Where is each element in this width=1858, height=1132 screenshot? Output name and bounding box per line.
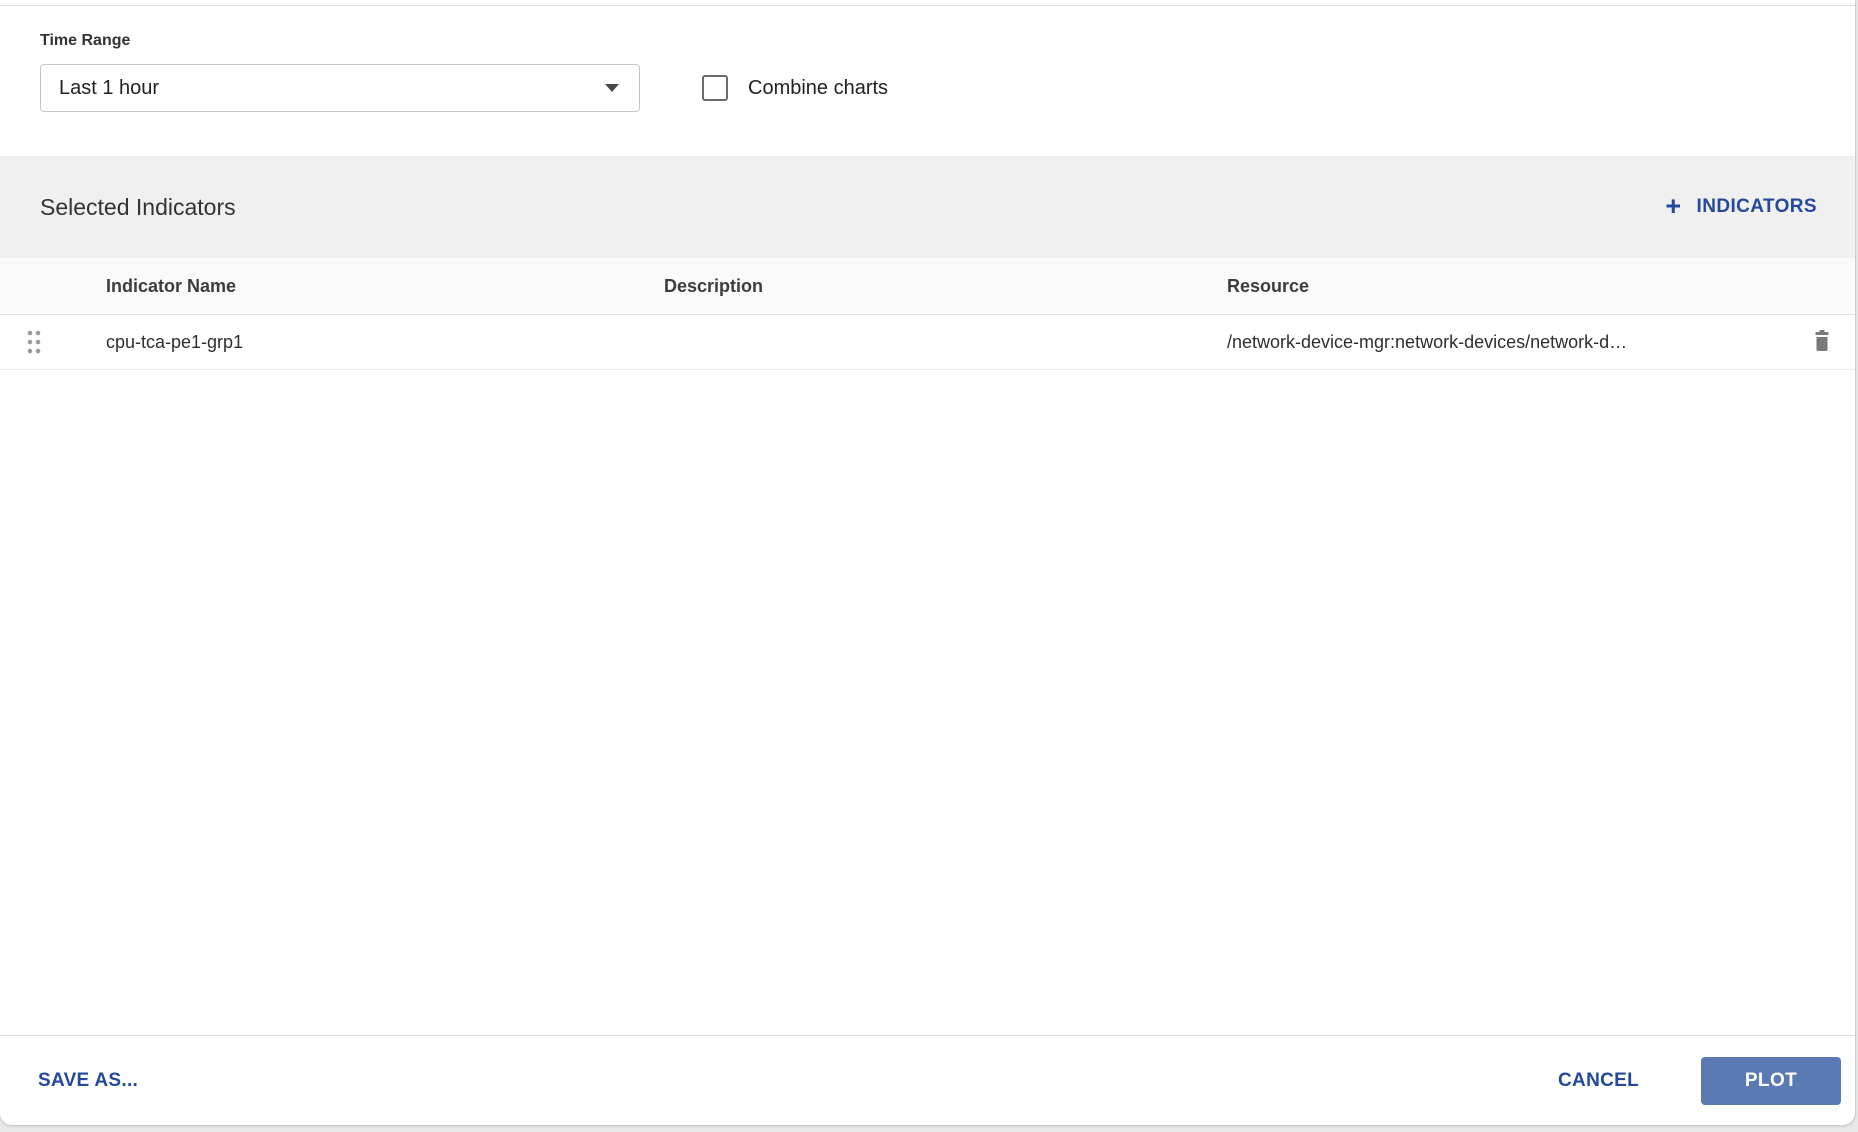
time-range-select[interactable]: Last 1 hour [40, 64, 640, 112]
save-as-button[interactable]: SAVE AS... [38, 1070, 138, 1092]
column-header-indicator-name: Indicator Name [106, 275, 237, 296]
plot-button[interactable]: PLOT [1701, 1056, 1841, 1105]
combine-charts-control[interactable]: Combine charts [702, 75, 888, 101]
drag-handle-icon[interactable] [26, 328, 42, 356]
delete-indicator-button[interactable] [1813, 329, 1831, 356]
time-range-label: Time Range [40, 32, 131, 49]
empty-table-area [0, 370, 1855, 1035]
trash-icon [1813, 329, 1831, 356]
controls-section: Time Range Last 1 hour Combine charts [0, 6, 1855, 156]
resource-cell: /network-device-mgr:network-devices/netw… [1227, 331, 1628, 352]
selected-indicators-title: Selected Indicators [40, 193, 236, 220]
cancel-button[interactable]: CANCEL [1558, 1070, 1639, 1092]
time-range-value: Last 1 hour [59, 76, 160, 99]
indicators-table-header: Indicator Name Description Resource [0, 258, 1855, 315]
add-indicators-button[interactable]: + INDICATORS [1665, 190, 1817, 221]
add-indicators-button-label: INDICATORS [1696, 196, 1817, 217]
dialog-footer: SAVE AS... CANCEL PLOT [0, 1035, 1855, 1125]
table-row: cpu-tca-pe1-grp1 /network-device-mgr:net… [0, 315, 1855, 370]
indicator-name-cell: cpu-tca-pe1-grp1 [106, 331, 244, 352]
plus-icon: + [1665, 190, 1682, 221]
column-header-description: Description [664, 275, 764, 296]
caret-down-icon [605, 84, 619, 92]
combine-charts-checkbox[interactable] [702, 75, 728, 101]
plot-configuration-dialog: Time Range Last 1 hour Combine charts Se… [0, 0, 1855, 1125]
selected-indicators-header: Selected Indicators + INDICATORS [0, 156, 1855, 258]
combine-charts-label: Combine charts [748, 76, 889, 99]
column-header-resource: Resource [1227, 275, 1310, 296]
